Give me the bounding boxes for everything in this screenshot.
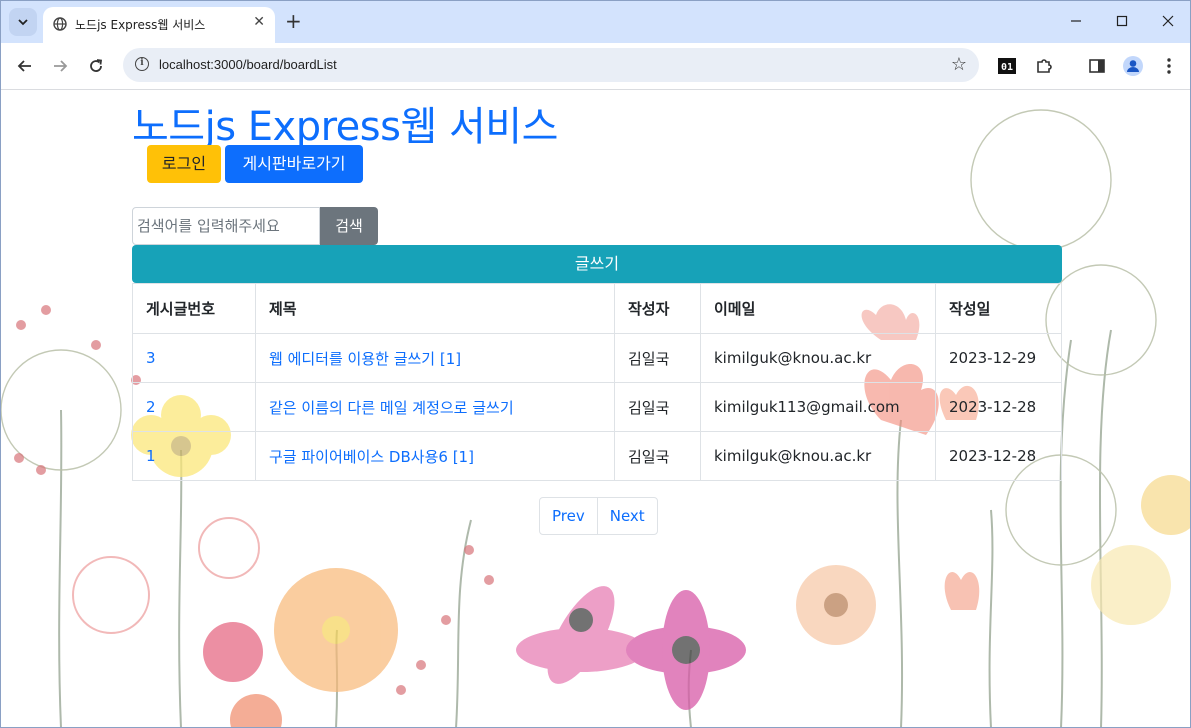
reload-icon — [90, 59, 103, 72]
header-post-number: 게시글번호 — [132, 283, 256, 334]
globe-icon — [53, 17, 67, 31]
close-tab-icon[interactable]: ✕ — [253, 14, 265, 30]
post-author: 김일국 — [614, 382, 701, 432]
header-email: 이메일 — [700, 283, 936, 334]
minimize-button[interactable] — [1053, 1, 1099, 41]
board-shortcut-button[interactable]: 게시판바로가기 — [225, 145, 363, 183]
profile-avatar-icon[interactable] — [1122, 55, 1144, 77]
post-date: 2023-12-28 — [935, 431, 1062, 481]
browser-toolbar: i localhost:3000/board/boardList ☆ 01 — [1, 43, 1190, 90]
table-row: 3 웹 에디터를 이용한 글쓰기 [1] 김일국 kimilguk@knou.a… — [132, 333, 1062, 383]
post-title-link[interactable]: 웹 에디터를 이용한 글쓰기 [1] — [269, 350, 461, 368]
new-tab-button[interactable]: + — [285, 9, 302, 33]
header-title: 제목 — [255, 283, 615, 334]
login-button[interactable]: 로그인 — [147, 145, 221, 183]
post-date: 2023-12-29 — [935, 333, 1062, 383]
next-page-button[interactable]: Next — [596, 498, 657, 534]
site-info-icon[interactable]: i — [135, 57, 149, 71]
maximize-button[interactable] — [1099, 1, 1145, 41]
post-number-link[interactable]: 2 — [146, 398, 156, 416]
web-page: 노드js Express웹 서비스 로그인 게시판바로가기 검색어를 입력해주세… — [1, 90, 1190, 727]
post-author: 김일국 — [614, 431, 701, 481]
search-input[interactable]: 검색어를 입력해주세요 — [132, 207, 320, 245]
pagination: Prev Next — [539, 497, 658, 535]
side-panel-icon[interactable] — [1086, 55, 1108, 77]
forward-button[interactable] — [48, 54, 72, 78]
post-author: 김일국 — [614, 333, 701, 383]
post-number-link[interactable]: 1 — [146, 447, 156, 465]
tab-title: 노드js Express웹 서비스 — [75, 18, 206, 32]
post-email: kimilguk113@gmail.com — [700, 382, 936, 432]
maximize-icon — [1116, 15, 1128, 27]
more-menu-icon[interactable] — [1158, 55, 1180, 77]
prev-page-button[interactable]: Prev — [540, 498, 597, 534]
table-header-row: 게시글번호 제목 작성자 이메일 작성일 — [132, 283, 1062, 334]
board-table: 게시글번호 제목 작성자 이메일 작성일 3 웹 에디터를 이용한 글쓰기 [1… — [132, 283, 1062, 481]
browser-tab[interactable]: 노드js Express웹 서비스 ✕ — [43, 7, 275, 43]
address-bar[interactable]: i localhost:3000/board/boardList ☆ — [123, 48, 979, 82]
tab-search-button[interactable] — [9, 8, 37, 36]
post-title-link[interactable]: 같은 이름의 다른 메일 계정으로 글쓰기 — [269, 399, 514, 417]
bookmark-star-icon[interactable]: ☆ — [951, 54, 967, 75]
extension-01-icon[interactable]: 01 — [996, 55, 1018, 77]
url-text: localhost:3000/board/boardList — [159, 57, 337, 72]
browser-window: 노드js Express웹 서비스 ✕ + i localhost:3000/b… — [0, 0, 1191, 728]
forward-arrow-icon — [54, 60, 68, 72]
tab-strip: 노드js Express웹 서비스 ✕ + — [1, 1, 1190, 43]
back-button[interactable] — [13, 54, 37, 78]
back-arrow-icon — [17, 60, 31, 72]
post-email: kimilguk@knou.ac.kr — [700, 333, 936, 383]
header-date: 작성일 — [935, 283, 1062, 334]
post-email: kimilguk@knou.ac.kr — [700, 431, 936, 481]
minimize-icon — [1071, 20, 1081, 22]
post-number-link[interactable]: 3 — [146, 349, 156, 367]
close-window-button[interactable] — [1145, 1, 1190, 41]
close-icon — [1162, 15, 1174, 27]
extensions-puzzle-icon[interactable] — [1033, 55, 1055, 77]
post-title-link[interactable]: 구글 파이어베이스 DB사용6 [1] — [269, 448, 474, 466]
header-author: 작성자 — [614, 283, 701, 334]
write-post-button[interactable]: 글쓰기 — [132, 245, 1062, 283]
table-row: 2 같은 이름의 다른 메일 계정으로 글쓰기 김일국 kimilguk113@… — [132, 382, 1062, 432]
post-date: 2023-12-28 — [935, 382, 1062, 432]
search-button[interactable]: 검색 — [320, 207, 378, 245]
table-row: 1 구글 파이어베이스 DB사용6 [1] 김일국 kimilguk@knou.… — [132, 431, 1062, 481]
chevron-down-icon — [18, 19, 28, 26]
svg-text:01: 01 — [1001, 62, 1013, 73]
site-title[interactable]: 노드js Express웹 서비스 — [132, 94, 558, 152]
reload-button[interactable] — [84, 54, 108, 78]
